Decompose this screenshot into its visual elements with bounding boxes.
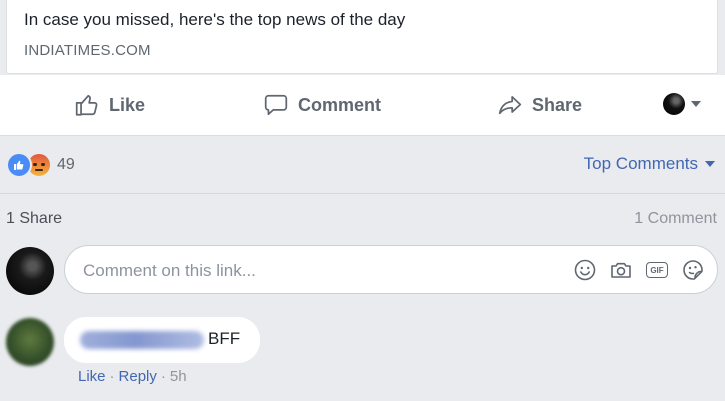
like-reaction-icon — [6, 152, 32, 178]
gif-icon[interactable]: GIF — [645, 258, 669, 282]
composer-tools: GIF — [573, 258, 705, 282]
speech-bubble-icon — [263, 92, 289, 118]
smiley-icon[interactable] — [573, 258, 597, 282]
comment-timestamp[interactable]: 5h — [170, 368, 187, 385]
comment-reply-link[interactable]: Reply — [119, 368, 157, 385]
like-label: Like — [109, 94, 146, 115]
meta-separator: · — [160, 368, 166, 385]
caret-down-icon — [705, 161, 715, 167]
comment-text: BFF — [208, 329, 241, 348]
meta-separator: · — [109, 368, 115, 385]
post-as-selector[interactable] — [663, 93, 701, 115]
comment-bubble: BFF — [64, 317, 260, 363]
comments-count: 1 Comment — [634, 210, 717, 227]
post-footer: In case you missed, here's the top news … — [0, 0, 725, 401]
comment-composer: GIF — [64, 245, 718, 294]
commenter-avatar[interactable] — [6, 318, 54, 366]
comment-button[interactable]: Comment — [263, 75, 381, 135]
action-bar: Like Comment Share — [0, 75, 725, 136]
like-button[interactable]: Like — [74, 75, 145, 135]
reaction-count: 49 — [57, 156, 75, 173]
comment-sort-label: Top Comments — [583, 154, 698, 173]
page-avatar — [663, 93, 685, 115]
user-avatar — [6, 247, 54, 295]
shares-count-link[interactable]: 1 Share — [6, 210, 62, 228]
sticker-icon[interactable] — [681, 258, 705, 282]
chevron-down-icon — [691, 101, 701, 107]
share-arrow-icon — [497, 92, 523, 118]
reactions-summary[interactable]: 49 — [6, 152, 75, 178]
commenter-name-redacted — [80, 331, 204, 349]
divider — [0, 193, 725, 194]
share-label: Share — [532, 94, 583, 115]
share-button[interactable]: Share — [497, 75, 582, 135]
camera-icon[interactable] — [609, 258, 633, 282]
comment-sort-dropdown[interactable]: Top Comments — [584, 154, 715, 174]
thumbs-up-icon — [74, 92, 100, 118]
comment-actions: Like · Reply · 5h — [78, 368, 187, 385]
comment-input[interactable] — [81, 256, 535, 286]
link-preview-card[interactable]: In case you missed, here's the top news … — [6, 0, 718, 74]
link-description: In case you missed, here's the top news … — [24, 10, 406, 29]
comment-like-link[interactable]: Like — [78, 368, 106, 385]
comment-label: Comment — [298, 94, 382, 115]
link-domain: INDIATIMES.COM — [24, 42, 151, 59]
